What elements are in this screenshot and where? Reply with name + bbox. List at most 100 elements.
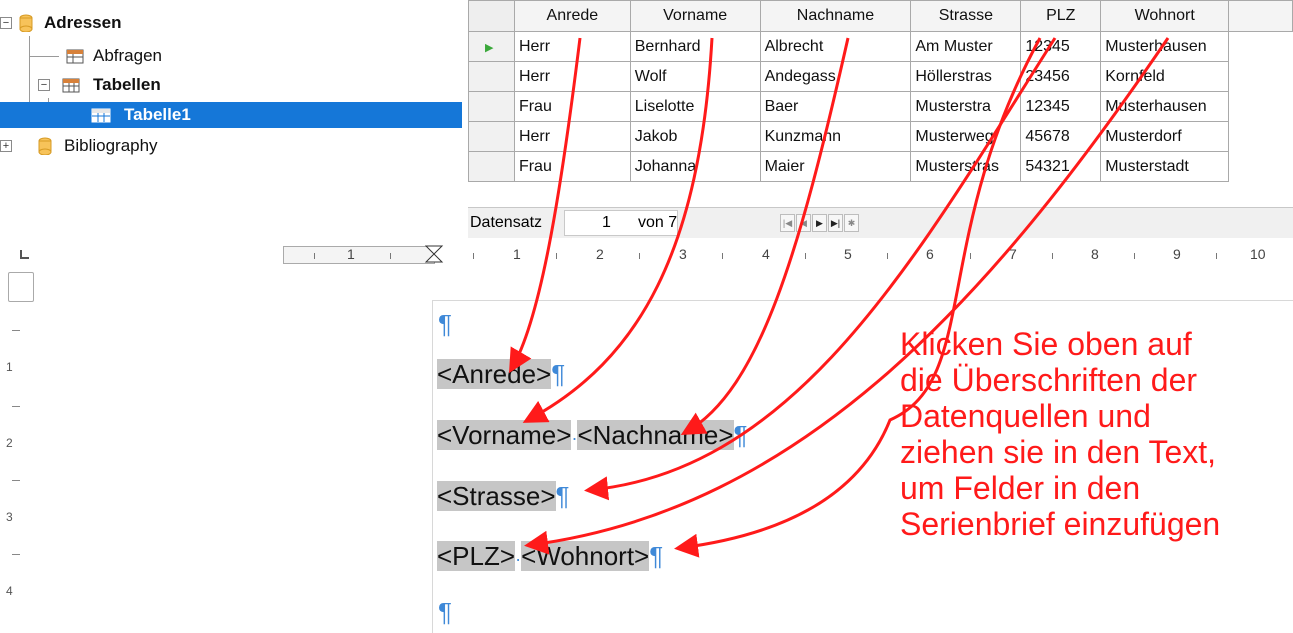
table-icon [91,108,111,123]
datasource-grid[interactable]: Anrede Vorname Nachname Strasse PLZ Wohn… [468,0,1293,238]
record-number: 1 [602,214,611,231]
field-vorname[interactable]: <Vorname> [437,420,572,450]
table-cell[interactable]: Musterweg [910,121,1022,152]
tree-item-label: Tabellen [93,75,161,94]
field-nachname[interactable]: <Nachname> [577,420,734,450]
doc-line-1: <Anrede>¶ [437,359,565,390]
indent-marker-icon[interactable] [424,244,444,264]
tree-item-adressen[interactable]: − Adressen [0,10,462,36]
table-cell[interactable]: 12345 [1020,91,1102,122]
table-cell[interactable]: Johanna [629,151,761,182]
table-cell[interactable]: Musterhausen [1100,91,1230,122]
table-cell [1229,32,1293,62]
table-cell[interactable]: Baer [759,91,912,122]
table-cell[interactable]: Andegass [759,61,912,92]
last-record-icon[interactable]: ▶| [828,214,843,232]
table-row[interactable]: ▶ Herr Bernhard Albrecht Am Muster 12345… [468,31,1293,62]
table-row[interactable]: Herr Jakob Kunzmann Musterweg 45678 Must… [468,121,1293,152]
table-cell[interactable]: Albrecht [759,31,912,62]
annotation-text: Klicken Sie oben auf die Überschriften d… [900,326,1290,542]
table-cell[interactable]: 45678 [1020,121,1102,152]
table-cell[interactable]: Frau [513,151,631,182]
table-cell[interactable]: Herr [513,121,631,152]
row-header[interactable] [468,61,515,92]
table-cell[interactable]: Kornfeld [1100,61,1230,92]
database-icon [38,137,52,155]
paragraph-mark: ¶ [733,420,748,450]
tree-item-label: Abfragen [93,46,162,65]
ruler-margin [283,246,435,264]
table-cell[interactable]: 12345 [1020,31,1102,62]
table-cell[interactable]: Musterstadt [1100,151,1230,182]
table-cell[interactable]: Herr [513,61,631,92]
next-record-icon[interactable]: ▶ [812,214,827,232]
table-cell[interactable]: Musterhausen [1100,31,1230,62]
table-cell[interactable]: Liselotte [629,91,761,122]
ruler-number: 5 [844,246,852,262]
doc-line-3: <Strasse>¶ [437,481,569,512]
expand-icon[interactable]: + [0,140,12,152]
field-plz[interactable]: <PLZ> [437,541,516,571]
tree-item-label: Tabelle1 [124,105,191,124]
column-header-wohnort[interactable]: Wohnort [1100,0,1230,32]
table-cell[interactable]: Frau [513,91,631,122]
table-cell[interactable]: 23456 [1020,61,1102,92]
column-header-empty [1228,0,1293,32]
paragraph-mark: ¶ [438,597,452,627]
previous-record-icon[interactable]: ◀ [796,214,811,232]
ruler-number: 1 [513,246,521,262]
tree-item-tabellen[interactable]: − Tabellen [0,72,462,98]
field-anrede[interactable]: <Anrede> [437,359,552,389]
doc-line-2: <Vorname>·<Nachname>¶ [437,420,748,451]
tree-item-bibliography[interactable]: + Bibliography [0,133,462,159]
first-record-icon[interactable]: |◀ [780,214,795,232]
table-cell [1229,122,1293,152]
column-header-plz[interactable]: PLZ [1020,0,1102,32]
paragraph-mark: ¶ [649,541,664,571]
annotation-line: Klicken Sie oben auf [900,326,1192,362]
table-row[interactable]: Herr Wolf Andegass Höllerstras 23456 Kor… [468,61,1293,92]
column-header-anrede[interactable]: Anrede [513,0,631,32]
tab-stop-selector-icon[interactable] [20,250,29,259]
record-label: Datensatz [470,214,543,231]
vertical-ruler[interactable]: 1 2 3 4 [0,268,36,632]
tree-item-abfragen[interactable]: Abfragen [0,43,462,69]
table-cell[interactable]: Musterdorf [1100,121,1230,152]
table-cell[interactable]: Musterstra [910,91,1022,122]
row-header[interactable] [468,91,515,122]
horizontal-ruler[interactable]: 1 1 2 3 4 5 6 7 8 9 10 [0,238,1293,268]
row-header[interactable] [468,121,515,152]
row-header[interactable] [468,151,515,182]
table-cell[interactable]: Jakob [629,121,761,152]
doc-line-4: <PLZ>·<Wohnort>¶ [437,541,663,572]
ruler-number: 3 [6,510,13,524]
new-record-icon[interactable]: ✱ [844,214,859,232]
column-header-nachname[interactable]: Nachname [759,0,912,32]
table-row[interactable]: Frau Liselotte Baer Musterstra 12345 Mus… [468,91,1293,122]
table-cell[interactable]: Herr [513,31,631,62]
record-total: von 7 [638,214,678,231]
table-cell[interactable]: Maier [759,151,912,182]
table-cell[interactable]: 54321 [1020,151,1102,182]
table-cell[interactable]: Bernhard [629,31,761,62]
field-wohnort[interactable]: <Wohnort> [521,541,650,571]
ruler-number: 3 [679,246,687,262]
collapse-icon[interactable]: − [0,17,12,29]
table-cell[interactable]: Am Muster [910,31,1022,62]
database-icon [19,14,33,32]
table-cell[interactable]: Höllerstras [910,61,1022,92]
table-cell[interactable]: Wolf [629,61,761,92]
annotation-line: die Überschriften der [900,362,1198,398]
column-header-strasse[interactable]: Strasse [910,0,1022,32]
tree-item-tabelle1[interactable]: Tabelle1 [0,102,462,128]
field-strasse[interactable]: <Strasse> [437,481,556,511]
ruler-number: 4 [6,584,13,598]
table-cell[interactable]: Kunzmann [759,121,912,152]
table-cell[interactable]: Musterstras [910,151,1022,182]
row-header[interactable]: ▶ [468,31,515,62]
table-row[interactable]: Frau Johanna Maier Musterstras 54321 Mus… [468,151,1293,182]
annotation-line: Datenquellen und [900,398,1151,434]
column-header-vorname[interactable]: Vorname [629,0,761,32]
paragraph-mark: ¶ [555,481,570,511]
collapse-icon[interactable]: − [38,79,50,91]
